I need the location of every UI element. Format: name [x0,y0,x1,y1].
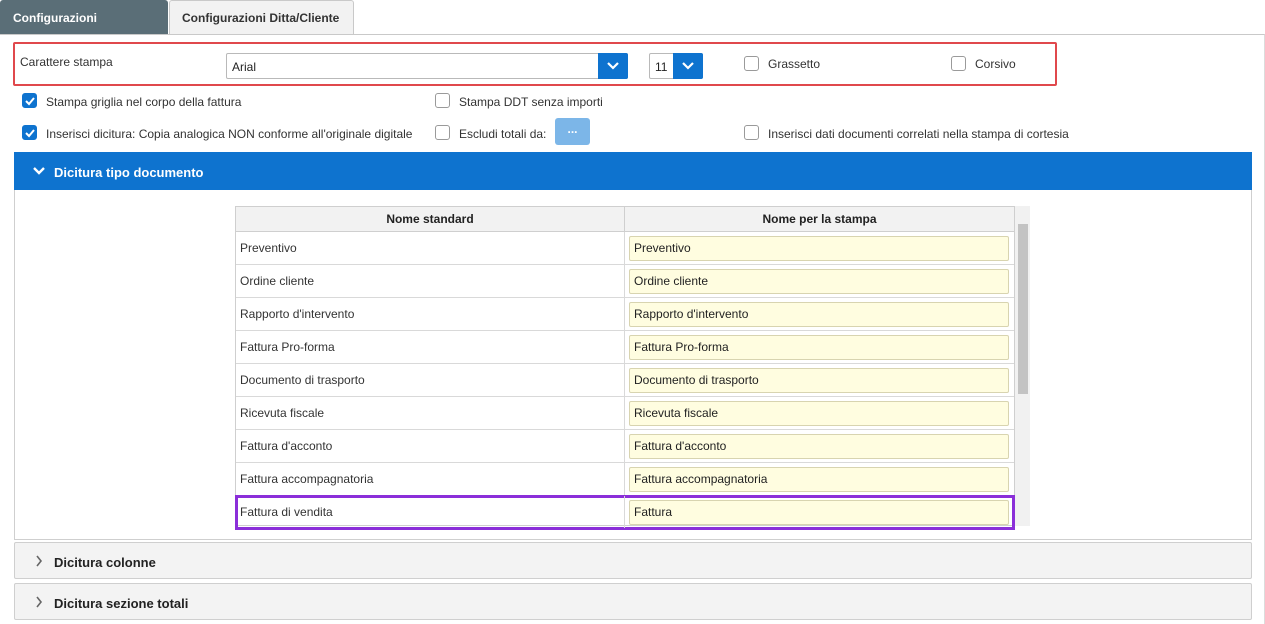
tab-bar: Configurazioni generiche Configurazioni … [0,0,354,59]
print-name-input[interactable]: Rapporto d'intervento [629,302,1009,327]
table-row[interactable]: Fattura di vendita Fattura [235,495,1015,530]
ddt-label: Stampa DDT senza importi [459,95,603,109]
print-name-input[interactable]: Documento di trasporto [629,368,1009,393]
section-totals-header[interactable]: Dicitura sezione totali [14,583,1252,620]
italic-checkbox[interactable] [951,56,966,71]
print-name-input[interactable]: Preventivo [629,236,1009,261]
chevron-right-icon [36,555,43,567]
chevron-down-icon [33,167,45,175]
check-icon [25,97,35,106]
scroll-thumb[interactable] [1018,224,1028,394]
table-scrollbar[interactable] [1015,206,1030,526]
standard-name-cell: Fattura Pro-forma [236,331,625,363]
tab-configurazioni-generiche[interactable]: Configurazioni generiche [0,0,168,59]
grid-label: Stampa griglia nel corpo della fattura [46,95,242,109]
column-header-standard: Nome standard [236,207,625,232]
italic-label: Corsivo [975,57,1016,71]
standard-name-cell: Ordine cliente [236,265,625,297]
chevron-down-icon [682,62,694,70]
chevron-down-icon [607,62,619,70]
font-size-select[interactable]: 11 [649,53,703,79]
standard-name-cell: Preventivo [236,232,625,264]
table-row[interactable]: Preventivo Preventivo [236,232,1014,265]
exclude-totals-label: Escludi totali da: [459,127,547,141]
print-name-input[interactable]: Fattura accompagnatoria [629,467,1009,492]
section-doc-type-title: Dicitura tipo documento [54,165,204,180]
standard-name-cell: Fattura di vendita [236,496,625,528]
font-size-dropdown-button[interactable] [673,53,703,79]
table-row[interactable]: Ricevuta fiscale Ricevuta fiscale [236,397,1014,430]
table-row[interactable]: Fattura d'acconto Fattura d'acconto [236,430,1014,463]
table-row[interactable]: Ordine cliente Ordine cliente [236,265,1014,298]
print-name-input[interactable]: Ricevuta fiscale [629,401,1009,426]
exclude-totals-picker-button[interactable]: ... [555,118,590,145]
table-row[interactable]: Fattura accompagnatoria Fattura accompagn… [236,463,1014,496]
section-columns-header[interactable]: Dicitura colonne [14,542,1252,579]
bold-checkbox[interactable] [744,56,759,71]
column-header-print: Nome per la stampa [762,212,877,226]
table-header: Nome standard Nome per la stampa [236,207,1014,232]
standard-name-cell: Documento di trasporto [236,364,625,396]
tab-configurazioni-ditta-cliente[interactable]: Configurazioni Ditta/Cliente [169,0,354,34]
copy-notice-checkbox[interactable] [22,125,37,140]
bold-label: Grassetto [768,57,821,71]
font-size-value: 11 [655,60,668,74]
print-name-input[interactable]: Ordine cliente [629,269,1009,294]
table-row[interactable]: Fattura Pro-forma Fattura Pro-forma [236,331,1014,364]
standard-name-cell: Fattura d'acconto [236,430,625,462]
standard-name-cell: Rapporto d'intervento [236,298,625,330]
exclude-totals-checkbox[interactable] [435,125,450,140]
doc-type-table: Nome standard Nome per la stampa Prevent… [235,206,1015,530]
chevron-right-icon [36,596,43,608]
related-docs-checkbox[interactable] [744,125,759,140]
check-icon [25,129,35,138]
font-family-value: Arial [232,60,257,74]
table-row[interactable]: Rapporto d'intervento Rapporto d'interven… [236,298,1014,331]
section-columns-title: Dicitura colonne [54,555,156,570]
standard-name-cell: Fattura accompagnatoria [236,463,625,495]
print-name-input[interactable]: Fattura [629,500,1009,525]
font-label: Carattere stampa [20,55,113,69]
standard-name-cell: Ricevuta fiscale [236,397,625,429]
table-row[interactable]: Documento di trasporto Documento di trasp… [236,364,1014,397]
section-doc-type-header[interactable]: Dicitura tipo documento [14,152,1252,190]
ddt-checkbox[interactable] [435,93,450,108]
font-family-dropdown-button[interactable] [598,53,628,79]
font-family-select[interactable]: Arial [226,53,628,79]
print-name-input[interactable]: Fattura Pro-forma [629,335,1009,360]
section-totals-title: Dicitura sezione totali [54,596,189,611]
print-name-input[interactable]: Fattura d'acconto [629,434,1009,459]
related-docs-label: Inserisci dati documenti correlati nella… [768,127,1069,141]
copy-notice-label: Inserisci dicitura: Copia analogica NON … [46,127,413,141]
grid-checkbox[interactable] [22,93,37,108]
